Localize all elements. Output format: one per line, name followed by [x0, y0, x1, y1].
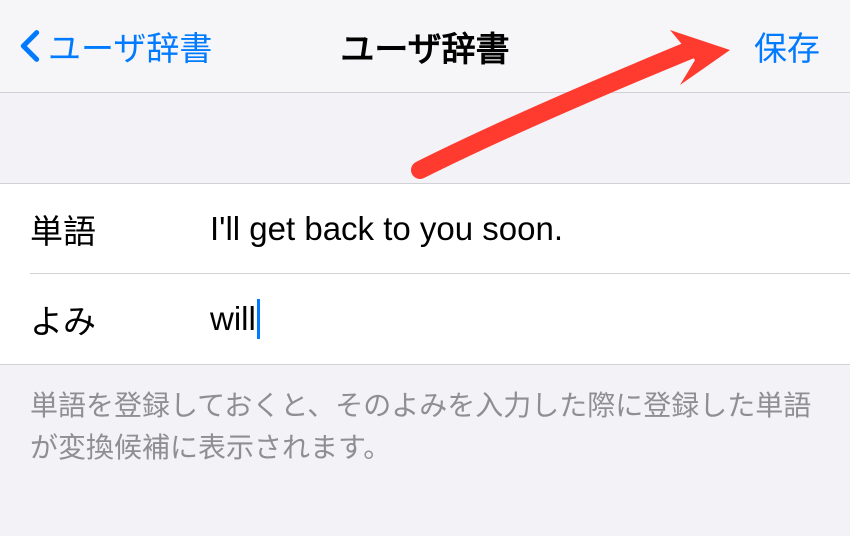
word-row: 単語	[0, 184, 850, 274]
reading-value: will	[210, 300, 256, 338]
back-button[interactable]: ユーザ辞書	[20, 22, 212, 70]
section-spacer	[0, 93, 850, 183]
word-input[interactable]	[210, 210, 820, 248]
save-button[interactable]: 保存	[754, 22, 820, 70]
reading-label: よみ	[30, 295, 210, 343]
chevron-left-icon	[20, 29, 40, 63]
page-title: ユーザ辞書	[340, 22, 509, 71]
back-label: ユーザ辞書	[48, 22, 212, 70]
reading-row: よみ will	[0, 274, 850, 364]
reading-input[interactable]: will	[210, 299, 820, 339]
word-label: 単語	[30, 205, 210, 253]
text-cursor-icon	[257, 299, 260, 339]
form-group: 単語 よみ will	[0, 183, 850, 365]
footer-help-text: 単語を登録しておくと、そのよみを入力した際に登録した単語が変換候補に表示されます…	[0, 365, 850, 489]
navigation-bar: ユーザ辞書 ユーザ辞書 保存	[0, 0, 850, 93]
